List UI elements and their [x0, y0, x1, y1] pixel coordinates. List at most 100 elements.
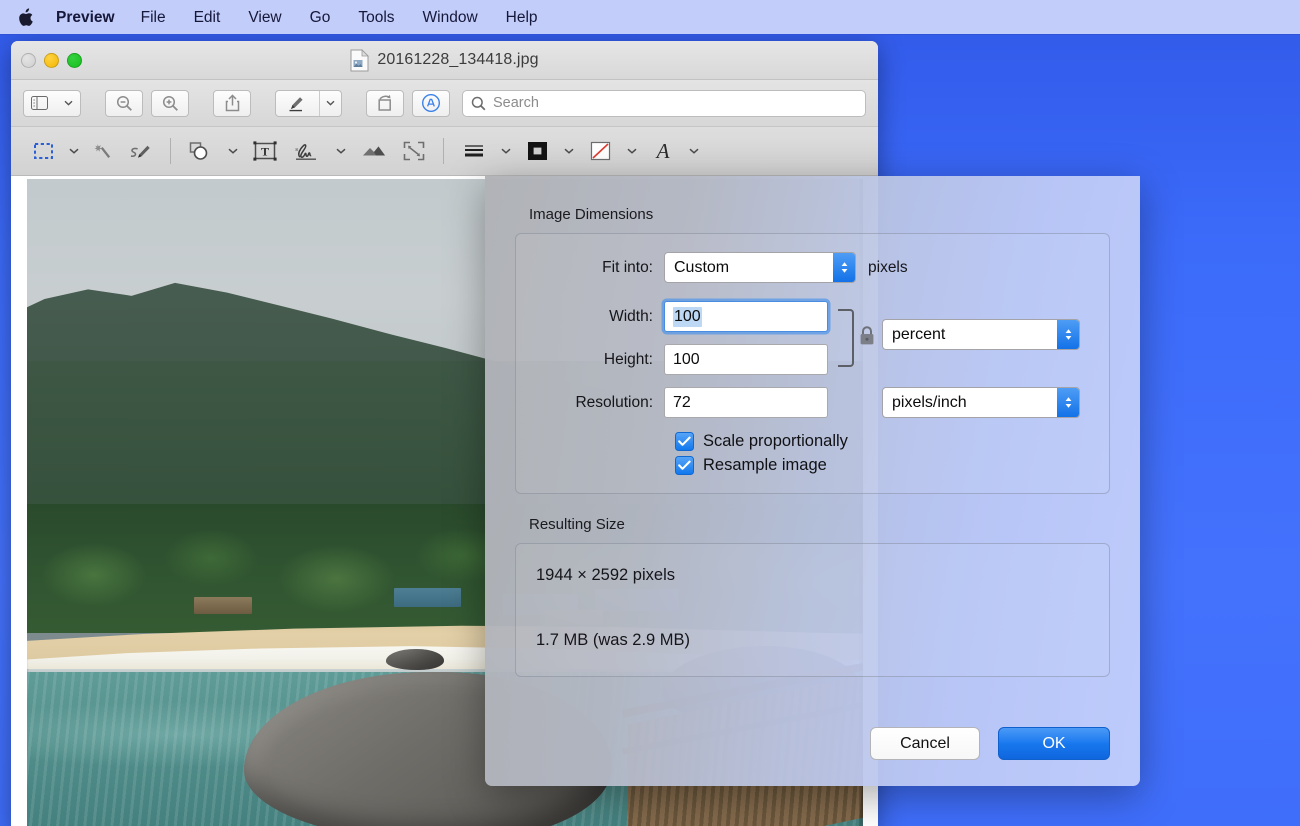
resulting-size-group-label: Resulting Size: [529, 516, 625, 533]
rotate-left-button[interactable]: [366, 89, 404, 117]
fit-into-label: Fit into:: [602, 258, 653, 276]
height-input[interactable]: 100: [664, 344, 828, 375]
search-input[interactable]: Search: [462, 89, 866, 117]
menu-item-edit[interactable]: Edit: [180, 0, 235, 35]
link-bracket: [838, 309, 854, 367]
resample-image-label: Resample image: [703, 456, 827, 474]
size-unit-select[interactable]: percent: [882, 319, 1080, 350]
menu-item-help[interactable]: Help: [492, 0, 552, 35]
markup-pen-icon: [289, 97, 303, 112]
adjust-color-icon: [363, 146, 385, 156]
stepper-arrows-icon: [1057, 388, 1079, 417]
zoom-out-button[interactable]: [105, 89, 143, 117]
chevron-down-icon: [627, 148, 637, 154]
instant-alpha-wand-icon: [94, 144, 111, 158]
fill-color-none-icon: [590, 141, 611, 161]
chevron-down-icon: [689, 148, 699, 154]
width-height-row: Width: 100 Height: 100 percent: [532, 301, 1093, 375]
menu-item-go[interactable]: Go: [296, 0, 345, 35]
ok-button[interactable]: OK: [998, 727, 1110, 760]
markup-dropdown-segment[interactable]: [319, 90, 341, 116]
desktop-screen: Preview File Edit View Go Tools Window H…: [0, 0, 1300, 826]
sidebar-button[interactable]: [23, 89, 81, 117]
window-title-group: 20161228_134418.jpg: [11, 48, 878, 72]
sketch-button[interactable]: [123, 135, 159, 167]
checkmark-icon: [678, 460, 691, 470]
fit-into-select[interactable]: Custom: [664, 252, 856, 283]
rectangular-selection-dropdown[interactable]: [63, 135, 85, 167]
text-style-a-icon: A: [655, 139, 670, 163]
svg-text:A: A: [655, 139, 670, 163]
text-style-dropdown[interactable]: [683, 135, 705, 167]
menu-item-file[interactable]: File: [127, 0, 180, 35]
markup-pen-segment[interactable]: [276, 91, 316, 116]
text-style-button[interactable]: A: [645, 135, 681, 167]
fill-color-button[interactable]: [582, 135, 619, 167]
dialog-button-group: Cancel OK: [870, 727, 1110, 760]
rectangular-selection-button[interactable]: [27, 135, 61, 167]
share-icon: [225, 94, 239, 112]
shape-style-dropdown[interactable]: [495, 135, 517, 167]
resulting-file-size: 1.7 MB (was 2.9 MB): [536, 631, 691, 649]
search-icon: [471, 96, 486, 110]
height-label: Height:: [603, 350, 653, 368]
sidebar-icon: [31, 96, 48, 110]
annotate-button[interactable]: [412, 89, 450, 117]
fill-color-dropdown[interactable]: [621, 135, 643, 167]
border-color-icon: [528, 142, 547, 160]
markup-toolbar: T A: [11, 127, 878, 176]
resolution-input[interactable]: 72: [664, 387, 828, 418]
shapes-button[interactable]: [182, 135, 220, 167]
shapes-icon: [189, 142, 208, 160]
text-box-icon: T: [253, 141, 277, 161]
zoom-button[interactable]: [67, 52, 82, 68]
menu-item-window[interactable]: Window: [409, 0, 492, 35]
scale-proportionally-label: Scale proportionally: [703, 432, 848, 450]
menu-item-preview[interactable]: Preview: [44, 0, 127, 35]
crop-resize-button[interactable]: [396, 135, 432, 167]
menu-item-view[interactable]: View: [234, 0, 295, 35]
chevron-down-icon: [69, 148, 79, 154]
text-box-button[interactable]: T: [246, 135, 284, 167]
fit-into-suffix: pixels: [868, 258, 908, 276]
chevron-down-icon: [228, 148, 238, 154]
instant-alpha-button[interactable]: [87, 135, 121, 167]
resample-image-row[interactable]: Resample image: [675, 456, 1093, 475]
close-button[interactable]: [21, 52, 36, 68]
fit-into-row: Fit into: Custom pixels: [532, 252, 1093, 283]
zoom-out-icon: [116, 95, 132, 111]
adjust-color-button[interactable]: [354, 135, 394, 167]
zoom-in-button[interactable]: [151, 89, 189, 117]
chevron-down-icon: [326, 100, 335, 106]
cancel-button[interactable]: Cancel: [870, 727, 980, 760]
border-color-button[interactable]: [519, 135, 556, 167]
signature-dropdown[interactable]: [330, 135, 352, 167]
photo-hut-4: [193, 596, 253, 614]
toolbar-separator-2: [443, 138, 444, 164]
share-button[interactable]: [213, 89, 251, 117]
window-title-bar[interactable]: 20161228_134418.jpg: [11, 41, 878, 80]
signature-button[interactable]: [286, 135, 328, 167]
border-color-dropdown[interactable]: [558, 135, 580, 167]
rectangular-selection-icon: [34, 143, 53, 159]
shapes-dropdown[interactable]: [222, 135, 244, 167]
locked-padlock-icon[interactable]: [858, 325, 876, 352]
resolution-unit-select[interactable]: pixels/inch: [882, 387, 1080, 418]
shape-style-button[interactable]: [455, 135, 493, 167]
chevron-down-icon: [64, 100, 73, 106]
markup-button[interactable]: [275, 89, 342, 117]
stepper-arrows-icon: [1057, 320, 1079, 349]
chevron-down-icon: [564, 148, 574, 154]
chevron-down-icon: [501, 148, 511, 154]
menu-item-tools[interactable]: Tools: [344, 0, 408, 35]
rotate-left-icon: [377, 94, 391, 111]
apple-logo-icon[interactable]: [10, 7, 40, 27]
minimize-button[interactable]: [44, 52, 59, 68]
resample-image-checkbox[interactable]: [675, 456, 694, 475]
resulting-size-group: 1944 × 2592 pixels 1.7 MB (was 2.9 MB): [515, 543, 1110, 677]
search-placeholder: Search: [493, 95, 539, 111]
resolution-unit-value: pixels/inch: [892, 393, 967, 411]
scale-proportionally-checkbox[interactable]: [675, 432, 694, 451]
width-input[interactable]: 100: [664, 301, 828, 332]
scale-proportionally-row[interactable]: Scale proportionally: [675, 432, 1093, 451]
